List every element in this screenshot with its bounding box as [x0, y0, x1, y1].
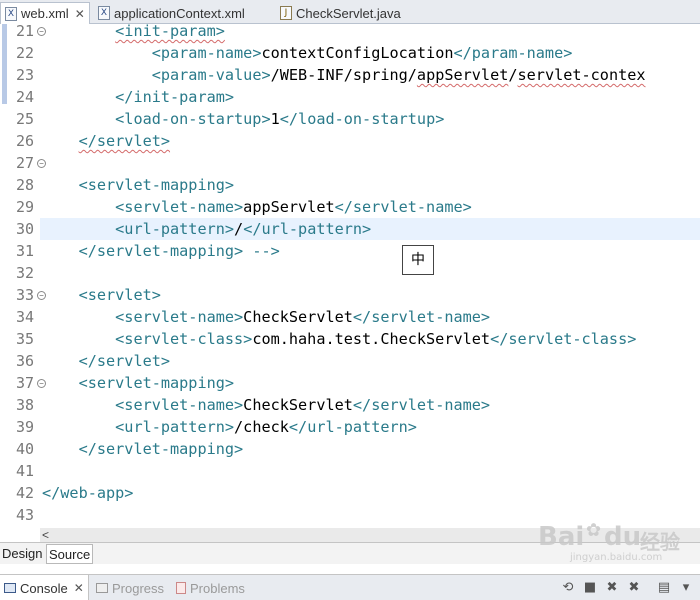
- code-line[interactable]: </servlet>: [42, 130, 170, 152]
- code-line[interactable]: <servlet-name>CheckServlet</servlet-name…: [42, 306, 490, 328]
- problems-icon: [176, 582, 186, 594]
- code-line[interactable]: </servlet-mapping> -->: [42, 240, 280, 262]
- code-line[interactable]: </web-app>: [42, 482, 133, 504]
- code-line[interactable]: <servlet-mapping>: [42, 372, 234, 394]
- close-icon[interactable]: ✕: [75, 7, 85, 21]
- code-line[interactable]: <init-param>: [42, 24, 225, 42]
- tab-label: Problems: [190, 580, 245, 596]
- remove-all-icon[interactable]: ✖: [626, 580, 642, 596]
- tab-web-xml[interactable]: X web.xml ✕: [0, 2, 90, 24]
- code-line[interactable]: <servlet-name>appServlet</servlet-name>: [42, 196, 472, 218]
- console-view-bar: Console ✕ Progress Problems ⟲ ■ ✖ ✖ ▤ ▾: [0, 574, 700, 600]
- tab-source[interactable]: Source: [46, 544, 94, 564]
- tab-check-servlet-java[interactable]: J CheckServlet.java: [280, 2, 401, 24]
- line-number: 35: [16, 330, 35, 348]
- xml-editor[interactable]: 21 22 23 24 25 26 27 28 29 30 31 32 33 3…: [0, 24, 700, 528]
- watermark-brand: Bai: [538, 522, 585, 552]
- console-icon: [4, 583, 16, 593]
- scroll-left-icon[interactable]: <: [42, 528, 54, 542]
- line-number: 22: [16, 44, 35, 62]
- tab-label: CheckServlet.java: [296, 5, 401, 21]
- tab-problems[interactable]: Problems: [176, 575, 245, 600]
- watermark-url: jingyan.baidu.com: [570, 552, 663, 563]
- tab-label: Progress: [112, 580, 165, 596]
- display-console-icon[interactable]: ▾: [678, 580, 694, 596]
- line-number: 39: [16, 418, 35, 436]
- line-number: 42: [16, 484, 35, 502]
- paw-icon: ✿: [586, 520, 602, 541]
- tab-application-context-xml[interactable]: X applicationContext.xml: [98, 2, 245, 24]
- code-line[interactable]: <servlet-name>CheckServlet</servlet-name…: [42, 394, 490, 416]
- line-number: 23: [16, 66, 35, 84]
- code-line[interactable]: <servlet-mapping>: [42, 174, 234, 196]
- line-number: 38: [16, 396, 35, 414]
- line-number: 32: [16, 264, 35, 282]
- tab-label: web.xml: [21, 6, 69, 21]
- line-number: 34: [16, 308, 35, 326]
- watermark-paw: du: [604, 522, 642, 552]
- close-icon[interactable]: ✕: [74, 581, 84, 595]
- line-number-gutter: 21 22 23 24 25 26 27 28 29 30 31 32 33 3…: [8, 24, 46, 528]
- tab-label: applicationContext.xml: [114, 5, 245, 21]
- fold-toggle-icon[interactable]: −: [37, 159, 46, 168]
- code-line[interactable]: <servlet-class>com.haha.test.CheckServle…: [42, 328, 636, 350]
- code-line[interactable]: <param-name>contextConfigLocation</param…: [42, 42, 573, 64]
- progress-icon: [96, 583, 108, 593]
- code-line[interactable]: <url-pattern>/</url-pattern>: [42, 218, 371, 240]
- line-number: 28: [16, 176, 35, 194]
- xml-file-icon: X: [98, 6, 110, 20]
- line-number: 43: [16, 506, 35, 524]
- code-line[interactable]: <url-pattern>/check</url-pattern>: [42, 416, 417, 438]
- tab-label: Console: [20, 580, 68, 596]
- code-line[interactable]: <param-value>/WEB-INF/spring/appServlet/…: [42, 64, 646, 86]
- pin-console-icon[interactable]: ▤: [656, 580, 672, 596]
- line-number: 36: [16, 352, 35, 370]
- line-number: 26: [16, 132, 35, 150]
- tab-design[interactable]: Design: [0, 544, 44, 564]
- tab-progress[interactable]: Progress: [96, 575, 164, 600]
- stop-icon[interactable]: ■: [582, 580, 598, 596]
- code-line[interactable]: </init-param>: [42, 86, 234, 108]
- line-number: 41: [16, 462, 35, 480]
- tab-console[interactable]: Console ✕: [0, 575, 89, 600]
- line-number: 40: [16, 440, 35, 458]
- line-number: 25: [16, 110, 35, 128]
- baidu-watermark: Bai ✿ du 经验 jingyan.baidu.com: [536, 520, 696, 566]
- line-number: 29: [16, 198, 35, 216]
- editor-tab-bar: X web.xml ✕ X applicationContext.xml J C…: [0, 0, 700, 24]
- link-icon[interactable]: ⟲: [560, 580, 576, 596]
- java-file-icon: J: [280, 6, 292, 20]
- overview-ruler: [0, 24, 8, 528]
- remove-launch-icon[interactable]: ✖: [604, 580, 620, 596]
- line-number: 30: [16, 220, 35, 238]
- xml-file-icon: X: [5, 6, 17, 21]
- code-line[interactable]: <servlet>: [42, 284, 161, 306]
- watermark-suffix: 经验: [640, 530, 680, 554]
- ime-mode-indicator[interactable]: 中: [402, 245, 434, 275]
- line-number: 24: [16, 88, 35, 106]
- line-number: 31: [16, 242, 35, 260]
- code-line[interactable]: <load-on-startup>1</load-on-startup>: [42, 108, 444, 130]
- code-line[interactable]: </servlet-mapping>: [42, 438, 244, 460]
- code-line[interactable]: </servlet>: [42, 350, 170, 372]
